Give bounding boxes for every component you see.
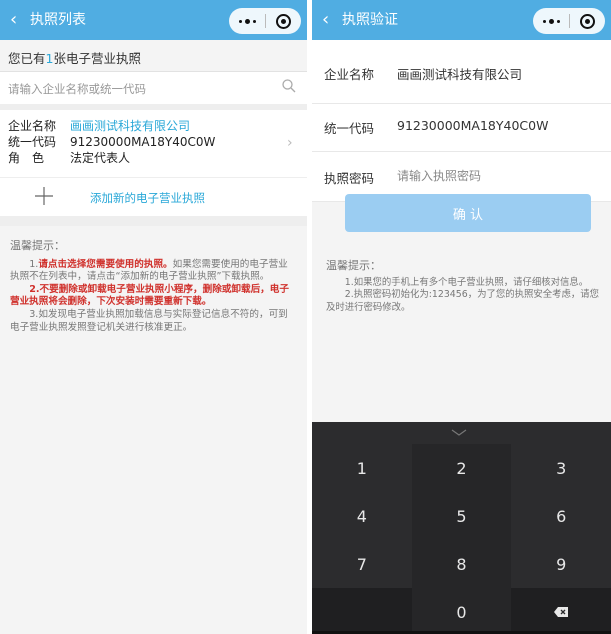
backspace-icon: [554, 607, 569, 617]
tip-1-emphasis: 请点击选择您需要使用的执照。: [38, 258, 173, 270]
keypad: 1 2 3 4 5 6 7 8 9 0: [312, 444, 611, 634]
numeric-keyboard: 1 2 3 4 5 6 7 8 9 0: [312, 422, 611, 634]
add-license-label: 添加新的电子营业执照: [90, 191, 205, 205]
count-prefix: 您已有: [8, 51, 46, 66]
tips-heading: 温馨提示：: [326, 259, 381, 272]
license-name-row: 企业名称 画画测试科技有限公司: [8, 118, 307, 134]
tip-1: 1.请点击选择您需要使用的执照。如果您需要使用的电子营业执照不在列表中，请点击“…: [10, 259, 297, 284]
license-code-value: 91230000MA18Y40C0W: [70, 135, 216, 149]
close-mini-program-icon[interactable]: [570, 8, 605, 34]
tip-3: 3.如发现电子营业执照加载信息与实际登记信息不符的，可到电子营业执照发照登记机关…: [10, 308, 288, 333]
tips-section: 温馨提示： 1.请点击选择您需要使用的执照。如果您需要使用的电子营业执照不在列表…: [0, 226, 307, 334]
chevron-right-icon: ›: [287, 135, 293, 151]
search-bar: [0, 72, 307, 110]
search-input[interactable]: [8, 78, 268, 100]
license-role-row: 角 色 法定代表人: [8, 150, 307, 166]
key-2[interactable]: 2: [411, 444, 512, 492]
nav-bar: ‹ 执照验证: [312, 0, 611, 40]
license-code-row: 统一代码 91230000MA18Y40C0W: [8, 134, 307, 150]
license-role-label: 角 色: [8, 151, 45, 165]
key-0[interactable]: 0: [411, 588, 512, 634]
license-verify-screen: ‹ 执照验证 企业名称 画画测试科技有限公司 统一代码 91230000MA18…: [312, 0, 611, 634]
page-title: 执照验证: [342, 12, 398, 28]
plus-icon: [35, 187, 53, 205]
key-8[interactable]: 8: [411, 540, 512, 588]
license-list-screen: ‹ 执照列表 您已有1张电子营业执照 企业名称 画画测试科技有限公司 统一代码 …: [0, 0, 307, 634]
credit-code-row: 统一代码 91230000MA18Y40C0W: [312, 104, 611, 152]
keypad-row: 0: [312, 588, 611, 634]
license-name-label: 企业名称: [8, 119, 57, 133]
back-icon[interactable]: ‹: [10, 10, 30, 30]
keypad-row: 4 5 6: [312, 492, 611, 540]
company-name-value: 画画测试科技有限公司: [397, 67, 523, 82]
tips-heading: 温馨提示：: [10, 239, 65, 252]
credit-code-value: 91230000MA18Y40C0W: [397, 118, 549, 133]
credit-code-label: 统一代码: [324, 121, 375, 136]
license-card[interactable]: 企业名称 画画测试科技有限公司 统一代码 91230000MA18Y40C0W …: [0, 110, 307, 178]
collapse-keyboard-icon[interactable]: [450, 428, 468, 438]
license-count: 您已有1张电子营业执照: [0, 40, 307, 72]
key-9[interactable]: 9: [511, 540, 611, 588]
tips-section: 温馨提示： 1.如果您的手机上有多个电子营业执照，请仔细核对信息。 2.执照密码…: [326, 259, 602, 314]
close-mini-program-icon[interactable]: [266, 8, 301, 34]
key-6[interactable]: 6: [511, 492, 611, 540]
key-5[interactable]: 5: [411, 492, 512, 540]
more-icon[interactable]: [533, 8, 569, 34]
more-icon[interactable]: [229, 8, 265, 34]
tip-2: 2.执照密码初始化为:123456，为了您的执照安全考虑，请您及时进行密码修改。: [326, 289, 599, 313]
key-7[interactable]: 7: [312, 540, 412, 588]
keypad-row: 7 8 9: [312, 540, 611, 588]
tip-2: 2.不要删除或卸载电子营业执照小程序，删除或卸载后，电子营业执照将会删除，下次安…: [10, 283, 289, 308]
license-code-label: 统一代码: [8, 135, 57, 149]
key-4[interactable]: 4: [312, 492, 412, 540]
key-3[interactable]: 3: [511, 444, 611, 492]
backspace-key[interactable]: [511, 588, 611, 634]
page-title: 执照列表: [30, 12, 86, 28]
mini-program-capsule: [229, 8, 301, 34]
company-name-label: 企业名称: [324, 67, 375, 82]
license-role-value: 法定代表人: [70, 151, 131, 165]
key-1[interactable]: 1: [312, 444, 412, 492]
tip-1-number: 1.: [29, 258, 39, 270]
company-name-row: 企业名称 画画测试科技有限公司: [312, 40, 611, 104]
license-name-value: 画画测试科技有限公司: [70, 119, 191, 133]
back-icon[interactable]: ‹: [322, 10, 342, 30]
mini-program-capsule: [533, 8, 605, 34]
keypad-row: 1 2 3: [312, 444, 611, 492]
nav-bar: ‹ 执照列表: [0, 0, 307, 40]
key-empty: [312, 588, 412, 634]
search-icon[interactable]: [281, 78, 297, 94]
add-license-button[interactable]: 添加新的电子营业执照: [0, 178, 307, 226]
tip-1: 1.如果您的手机上有多个电子营业执照，请仔细核对信息。: [344, 276, 589, 288]
confirm-button[interactable]: 确 认: [345, 194, 591, 232]
password-input[interactable]: [397, 165, 587, 187]
password-label: 执照密码: [324, 171, 375, 186]
count-suffix: 张电子营业执照: [53, 51, 141, 66]
